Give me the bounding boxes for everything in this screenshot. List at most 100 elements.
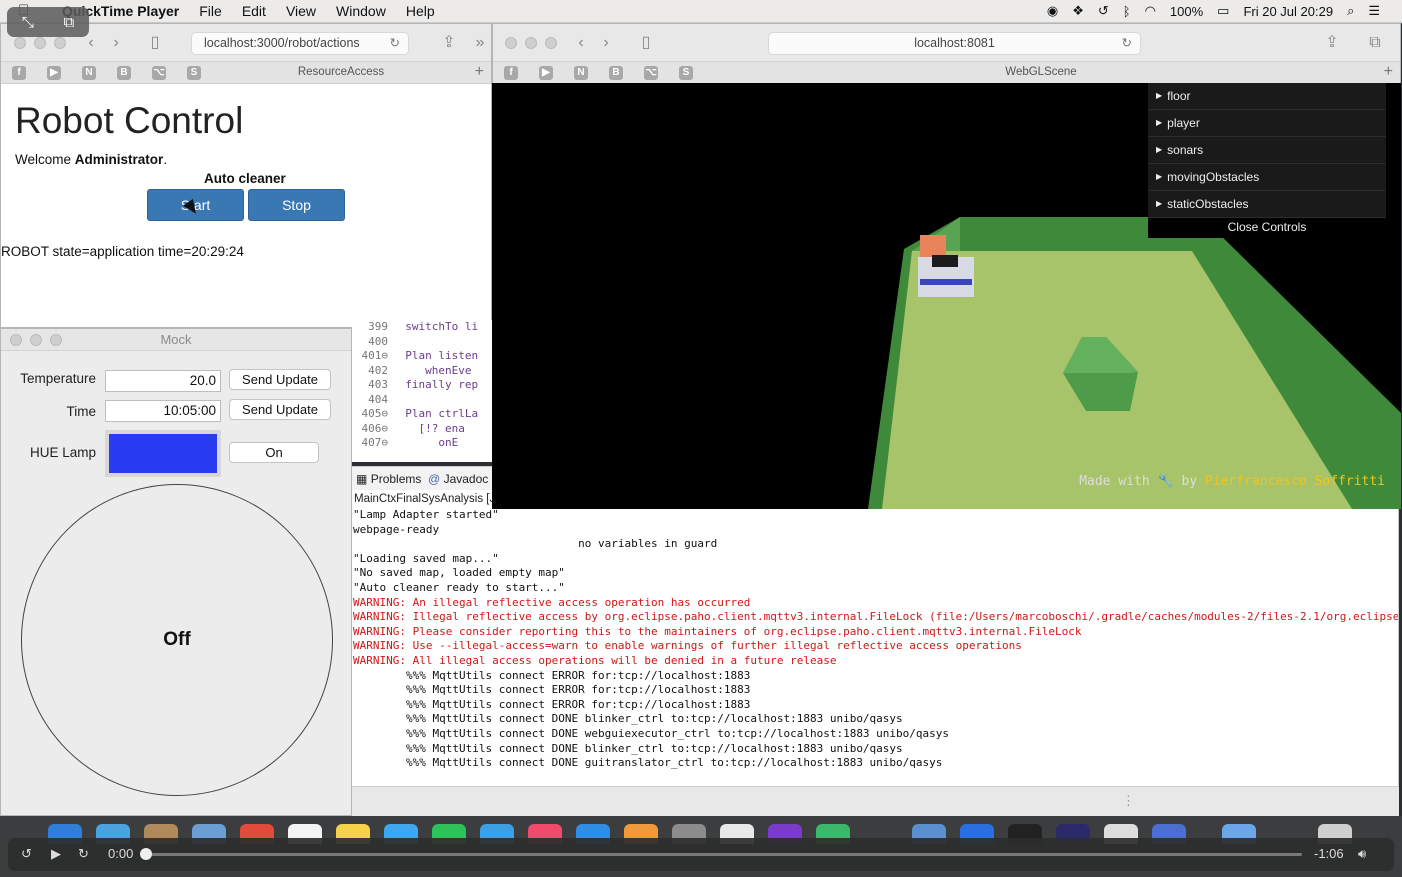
webgl-bookmark-b-icon[interactable]: B [609,66,623,80]
editor-line[interactable]: 401⊖ Plan listen [352,349,492,364]
time-machine-icon[interactable]: ↺ [1098,3,1109,19]
webgl-sidebar-icon[interactable]: ▯ [635,33,657,55]
skip-forward-icon[interactable]: ↻ [78,846,89,862]
temperature-field[interactable]: 20.0 [105,370,221,392]
tab-title[interactable]: ResourceAccess [211,66,471,78]
webgl-notion-icon[interactable]: N [574,66,588,80]
tab-javadoc[interactable]: Javadoc [444,472,489,486]
webgl-github-icon[interactable]: ⌥ [644,66,658,80]
menu-edit[interactable]: Edit [242,3,266,19]
spotlight-icon[interactable]: ⌕ [1347,3,1354,19]
credit-line: Made with 🔧 by Pierfrancesco Soffritti [1079,474,1385,489]
battery-icon[interactable]: ▭ [1217,3,1229,19]
more-icon[interactable]: » [469,33,491,55]
send-update-time-button[interactable]: Send Update [229,399,331,420]
lamp-toggle-button[interactable]: On [229,442,319,463]
webgl-zoom-window-button[interactable] [545,37,557,49]
hue-lamp-swatch[interactable] [105,430,221,477]
facebook-icon[interactable]: f [12,66,26,80]
bookmark-b-icon[interactable]: B [117,66,131,80]
webgl-close-window-button[interactable] [505,37,517,49]
mock-zoom-button[interactable] [50,334,62,346]
webgl-back-icon[interactable]: ‹ [570,33,592,55]
volume-icon[interactable]: 🔊︎ [1358,846,1366,862]
reload-icon[interactable]: ↻ [390,33,400,54]
menu-help[interactable]: Help [406,3,435,19]
console-output[interactable]: "Lamp Adapter started" webpage-ready no v… [352,508,1399,786]
clock[interactable]: Fri 20 Jul 20:29 [1243,4,1333,19]
editor-line[interactable]: 406⊖ [!? ena [352,422,492,437]
menu-items: QuickTime Player File Edit View Window H… [62,3,435,19]
editor-line[interactable]: 399 switchTo li [352,320,492,335]
control-moving-obstacles[interactable]: ▶ movingObstacles [1148,164,1386,191]
record-icon[interactable]: ◉ [1047,3,1058,19]
lamp-state-dial[interactable]: Off [21,484,333,796]
webgl-tab-title[interactable]: WebGLScene [703,66,1379,78]
scrubber-track[interactable] [144,853,1302,856]
code-text: [!? ena [392,421,465,435]
notification-center-icon[interactable]: ☰ [1368,3,1380,19]
code-editor[interactable]: 399 switchTo li 400 401⊖ Plan listen 402 wh… [352,320,492,462]
bluetooth-icon[interactable]: ᛒ [1123,4,1131,19]
play-icon[interactable]: ▶ [51,846,61,862]
picture-in-picture-icon[interactable]: ⧉ [63,14,74,31]
editor-line[interactable]: 400 [352,335,492,350]
editor-line[interactable]: 404 [352,393,492,408]
expand-icon: ▶ [1156,91,1163,100]
dropbox-icon[interactable]: ❖ [1072,3,1084,19]
quicktime-overlay-controls: ⤡ ⧉ [7,7,89,37]
close-window-button[interactable] [14,37,26,49]
editor-line[interactable]: 407⊖ onE [352,436,492,451]
address-bar[interactable]: localhost:3000/robot/actions ↻ [191,32,409,55]
webgl-address-bar[interactable]: localhost:8081 ↻ [768,32,1141,55]
send-update-temperature-button[interactable]: Send Update [229,369,331,390]
mock-close-button[interactable] [10,334,22,346]
new-tab-icon[interactable]: + [475,63,484,81]
webgl-facebook-icon[interactable]: f [504,66,518,80]
editor-line[interactable]: 405⊖ Plan ctrlLa [352,407,492,422]
mock-minimize-button[interactable] [30,334,42,346]
control-floor[interactable]: ▶ floor [1148,83,1386,110]
control-static-obstacles[interactable]: ▶ staticObstacles [1148,191,1386,218]
youtube-icon[interactable]: ▶ [47,66,61,80]
status-area: ◉ ❖ ↺ ᛒ ◠ 100% ▭ Fri 20 Jul 20:29 ⌕ ☰ [1047,3,1380,19]
webgl-tabs-icon[interactable]: ⧉ [1364,33,1386,55]
stop-button[interactable]: Stop [248,189,345,221]
time-field[interactable]: 10:05:00 [105,400,221,422]
menu-view[interactable]: View [286,3,316,19]
webgl-share-icon[interactable]: ⇪ [1321,33,1343,55]
problems-icon[interactable]: ▦ [356,472,367,486]
credit-author-link[interactable]: Pierfrancesco Soffritti [1205,474,1385,489]
forward-icon[interactable]: › [105,33,127,55]
wifi-icon[interactable]: ◠ [1145,3,1156,19]
webgl-scene[interactable]: ▶ floor ▶ player ▶ sonars ▶ movingObstacles … [492,83,1401,509]
control-player[interactable]: ▶ player [1148,110,1386,137]
notion-icon[interactable]: N [82,66,96,80]
console-warning-line: WARNING: Illegal reflective access by or… [353,610,1399,624]
webgl-youtube-icon[interactable]: ▶ [539,66,553,80]
tab-problems[interactable]: Problems [371,472,422,486]
javadoc-icon[interactable]: @ [428,472,440,486]
minimize-window-button[interactable] [34,37,46,49]
webgl-minimize-window-button[interactable] [525,37,537,49]
menu-window[interactable]: Window [336,3,386,19]
webgl-forward-icon[interactable]: › [595,33,617,55]
scrubber-knob[interactable] [140,848,152,860]
skip-back-icon[interactable]: ↺ [21,846,32,862]
webgl-new-tab-icon[interactable]: + [1384,63,1393,81]
editor-line[interactable]: 402 whenEve [352,364,492,379]
menu-file[interactable]: File [199,3,222,19]
eclipse-status-bar: ⋮ [352,786,1399,816]
zoom-window-button[interactable] [54,37,66,49]
webgl-bookmark-s-icon[interactable]: S [679,66,693,80]
drag-handle-icon[interactable]: ⋮ [1122,793,1135,809]
exit-fullscreen-icon[interactable]: ⤡ [22,14,34,31]
webgl-reload-icon[interactable]: ↻ [1122,33,1132,54]
editor-line[interactable]: 403 finally rep [352,378,492,393]
share-icon[interactable]: ⇪ [438,33,460,55]
github-icon[interactable]: ⌥ [152,66,166,80]
control-sonars[interactable]: ▶ sonars [1148,137,1386,164]
sidebar-icon[interactable]: ▯ [144,33,166,55]
bookmark-s-icon[interactable]: S [187,66,201,80]
close-controls-button[interactable]: Close Controls [1148,218,1386,238]
